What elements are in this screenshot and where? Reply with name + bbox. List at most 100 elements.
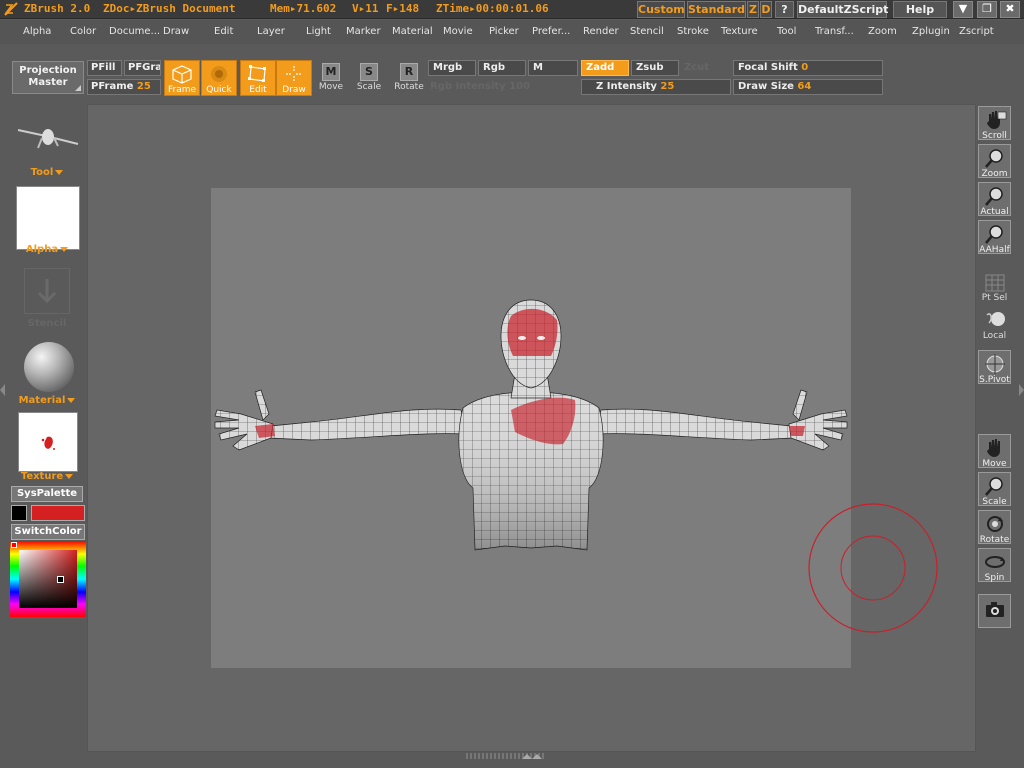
expand-up-icon[interactable]: [520, 752, 544, 760]
rotate-view-button[interactable]: Rotate: [978, 510, 1011, 545]
m-button[interactable]: M: [528, 60, 578, 76]
draw-size-slider[interactable]: Draw Size 64: [733, 79, 883, 95]
stencil-thumbnail[interactable]: [24, 268, 70, 314]
custom-button[interactable]: Custom: [637, 1, 685, 18]
menu-zscript[interactable]: Zscript: [959, 26, 994, 37]
rgb-button[interactable]: Rgb: [478, 60, 526, 76]
mrgb-button[interactable]: Mrgb: [428, 60, 476, 76]
menu-color[interactable]: Color: [70, 26, 96, 37]
color-picker-cursor[interactable]: [57, 576, 64, 583]
alpha-picker[interactable]: Alpha: [12, 244, 82, 255]
tool-picker[interactable]: Tool: [12, 167, 82, 178]
menu-marker[interactable]: Marker: [346, 26, 381, 37]
menu-edit[interactable]: Edit: [214, 26, 233, 37]
focal-shift-value: 0: [801, 62, 809, 73]
syspalette-button[interactable]: SysPalette: [11, 486, 83, 502]
menu-tool[interactable]: Tool: [777, 26, 796, 37]
zadd-button[interactable]: Zadd: [581, 60, 629, 76]
rgb-intensity-slider[interactable]: Rgb Intensity 100: [430, 81, 530, 92]
help-button[interactable]: Help: [893, 1, 947, 18]
actual-button[interactable]: Actual: [978, 182, 1011, 217]
scale-icon: S: [360, 63, 378, 81]
z-button[interactable]: Z: [747, 1, 759, 18]
secondary-color-swatch[interactable]: [31, 505, 85, 521]
alpha-thumbnail[interactable]: [16, 186, 80, 250]
menu-zplugin[interactable]: Zplugin: [912, 26, 950, 37]
texture-picker[interactable]: Texture: [12, 471, 82, 482]
quick-button[interactable]: Quick: [201, 60, 237, 96]
cube-frame-icon: [172, 65, 192, 84]
focal-shift-slider[interactable]: Focal Shift 0: [733, 60, 883, 76]
zoom-button[interactable]: Zoom: [978, 144, 1011, 179]
question-button[interactable]: ?: [775, 1, 794, 18]
material-picker[interactable]: Material: [12, 395, 82, 406]
menu-stencil[interactable]: Stencil: [630, 26, 664, 37]
scale-view-button[interactable]: Scale: [978, 472, 1011, 507]
rotate-mode-button[interactable]: R Rotate: [391, 60, 427, 96]
hue-cursor[interactable]: [11, 542, 17, 548]
s-pivot-button[interactable]: S.Pivot: [978, 350, 1011, 385]
minimize-icon[interactable]: ▼: [953, 1, 973, 18]
close-icon[interactable]: ✖: [1000, 1, 1020, 18]
standard-button[interactable]: Standard: [687, 1, 746, 18]
frame-button[interactable]: Frame: [164, 60, 200, 96]
spin-button[interactable]: Spin: [978, 548, 1011, 583]
menu-draw[interactable]: Draw: [163, 26, 189, 37]
d-button[interactable]: D: [760, 1, 772, 18]
tool-thumbnail-icon[interactable]: [16, 122, 80, 152]
menu-light[interactable]: Light: [306, 26, 331, 37]
color-picker-square[interactable]: [19, 550, 77, 608]
default-zscript-button[interactable]: DefaultZScript: [797, 1, 888, 18]
pivot-icon: [984, 354, 1005, 374]
projection-master-label-line2: Master: [28, 77, 68, 88]
aahalf-button[interactable]: AAHalf: [978, 220, 1011, 255]
rotate-icon: [986, 516, 1003, 532]
switchcolor-button[interactable]: SwitchColor: [11, 524, 85, 540]
color-picker[interactable]: [10, 541, 86, 617]
pt-sel-button[interactable]: Pt Sel: [978, 268, 1011, 303]
pframe-slider[interactable]: PFrame 25: [87, 79, 161, 95]
menu-layer[interactable]: Layer: [257, 26, 285, 37]
zsub-button[interactable]: Zsub: [631, 60, 679, 76]
menu-movie[interactable]: Movie: [443, 26, 473, 37]
ztime-readout: ZTime▸00:00:01.06: [436, 2, 549, 15]
material-sphere-icon[interactable]: [24, 342, 74, 392]
restore-icon[interactable]: ❐: [977, 1, 997, 18]
texture-thumbnail[interactable]: [18, 412, 78, 472]
app-title: ZBrush 2.0: [24, 2, 91, 15]
main-color-swatch[interactable]: [11, 505, 27, 521]
local-button[interactable]: Local: [978, 306, 1011, 341]
quick-sphere-icon: [211, 66, 227, 82]
menu-texture[interactable]: Texture: [721, 26, 758, 37]
grid-icon: [985, 274, 1004, 292]
scale-mode-button[interactable]: S Scale: [351, 60, 387, 96]
left-shelf-toggle-icon[interactable]: [0, 380, 5, 400]
scroll-button[interactable]: Scroll: [978, 106, 1011, 141]
menu-alpha[interactable]: Alpha: [23, 26, 51, 37]
menu-render[interactable]: Render: [583, 26, 619, 37]
menu-zoom[interactable]: Zoom: [868, 26, 897, 37]
snapshot-button[interactable]: [978, 594, 1011, 628]
document-canvas[interactable]: [211, 188, 851, 668]
projection-master-button[interactable]: Projection Master: [12, 61, 84, 94]
menu-document[interactable]: Docume...: [109, 26, 160, 37]
move-view-label: Move: [982, 459, 1007, 469]
edit-mode-button[interactable]: Edit: [240, 60, 276, 96]
zcut-button[interactable]: Zcut: [684, 62, 709, 73]
draw-mode-button[interactable]: Draw: [276, 60, 312, 96]
right-shelf-toggle-icon[interactable]: [1019, 380, 1024, 400]
move-view-button[interactable]: Move: [978, 434, 1011, 469]
human-mesh-model[interactable]: [211, 188, 851, 668]
menu-stroke[interactable]: Stroke: [677, 26, 709, 37]
pfill-button[interactable]: PFill: [87, 60, 122, 76]
z-intensity-slider[interactable]: Z Intensity 25: [581, 79, 731, 95]
menu-preferences[interactable]: Prefer...: [532, 26, 570, 37]
zoom-label: Zoom: [981, 169, 1008, 179]
actual-label: Actual: [980, 207, 1009, 217]
move-mode-button[interactable]: M Move: [313, 60, 349, 96]
menu-material[interactable]: Material: [392, 26, 433, 37]
menu-transform[interactable]: Transf...: [815, 26, 854, 37]
menu-picker[interactable]: Picker: [489, 26, 519, 37]
pfgra-button[interactable]: PFGra: [124, 60, 161, 76]
dropdown-arrow-icon: [67, 397, 76, 403]
